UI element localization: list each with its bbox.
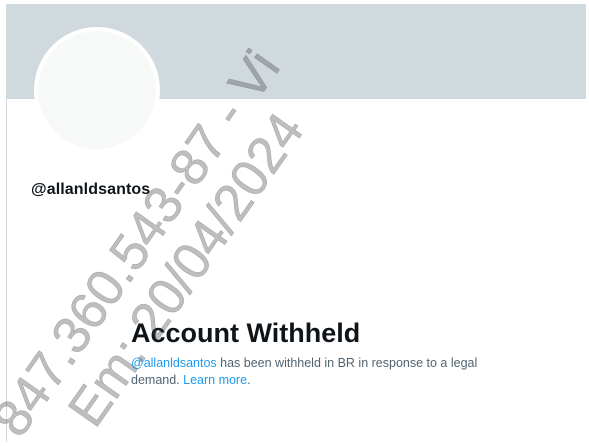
withheld-title: Account Withheld — [131, 318, 361, 348]
withheld-notice: Account Withheld @allanldsantos has been… — [131, 317, 491, 389]
learn-more-link[interactable]: Learn more — [183, 373, 247, 387]
profile-frame: @allanldsantos Account Withheld @allanld… — [6, 4, 586, 442]
profile-handle: @allanldsantos — [31, 181, 151, 198]
profile-avatar — [34, 27, 160, 153]
withheld-handle-link[interactable]: @allanldsantos — [131, 356, 217, 370]
withheld-message-period: . — [247, 373, 251, 387]
withheld-message: @allanldsantos has been withheld in BR i… — [131, 355, 491, 389]
